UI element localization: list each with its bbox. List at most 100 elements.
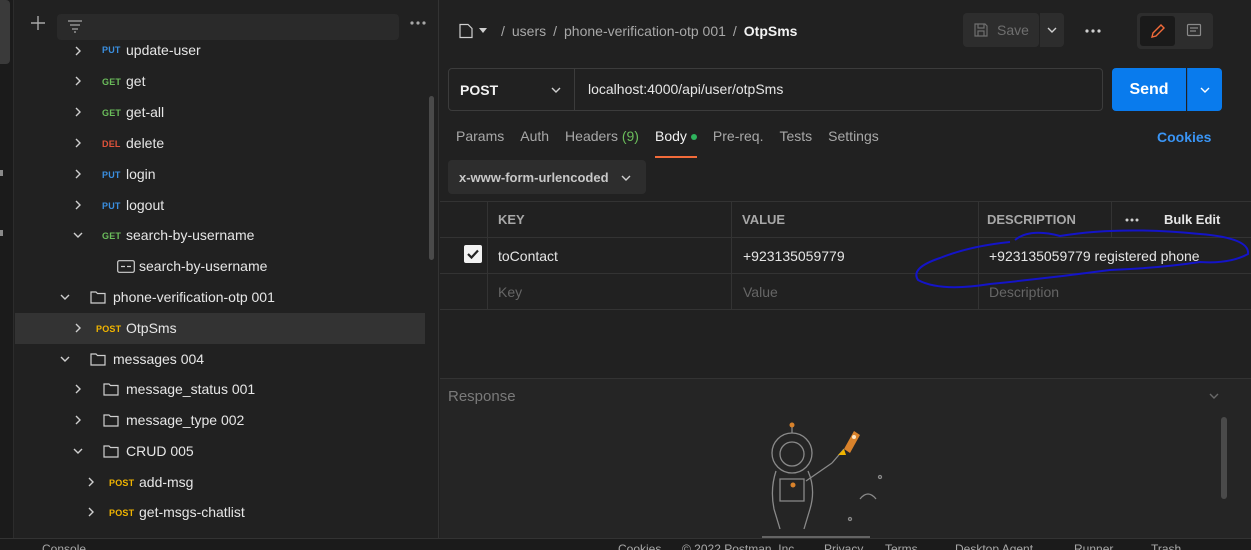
- cookies-button[interactable]: Cookies: [618, 542, 661, 550]
- response-scrollbar[interactable]: [1221, 417, 1227, 499]
- tab-headers[interactable]: Headers (9): [565, 128, 639, 156]
- chevron-down-icon[interactable]: [72, 229, 84, 241]
- tree-item-folder[interactable]: messages 004: [15, 344, 425, 375]
- chevron-right-icon[interactable]: [85, 476, 97, 488]
- tab-label: Settings: [828, 128, 879, 144]
- cookies-link[interactable]: Cookies: [1157, 129, 1211, 145]
- chevron-right-icon[interactable]: [72, 45, 84, 57]
- method-badge: GET: [102, 77, 122, 87]
- request-icon: [459, 23, 473, 39]
- tab-tests[interactable]: Tests: [779, 128, 812, 156]
- tab-settings[interactable]: Settings: [828, 128, 879, 156]
- tree-item-label: phone-verification-otp 001: [113, 289, 275, 305]
- chevron-right-icon[interactable]: [72, 168, 84, 180]
- tree-item-label: add-msg: [139, 474, 194, 490]
- url-input[interactable]: localhost:4000/api/user/otpSms: [588, 81, 783, 97]
- table-more-icon[interactable]: [1124, 202, 1140, 237]
- tree-item-request[interactable]: GET search-by-username: [15, 220, 425, 251]
- tree-item-request[interactable]: POST get-msgs-chatlist: [15, 497, 425, 528]
- breadcrumb-item[interactable]: users: [512, 23, 546, 39]
- value-input[interactable]: Value: [743, 274, 778, 309]
- chevron-down-icon[interactable]: [72, 445, 84, 457]
- body-type-select[interactable]: x-www-form-urlencoded: [448, 160, 646, 194]
- tree-item-label: messages 004: [113, 351, 205, 367]
- tree-item-label: message_type 002: [126, 412, 245, 428]
- row-description[interactable]: +923135059779 registered phone: [989, 238, 1200, 273]
- tree-item-request[interactable]: PUT update-user: [15, 36, 425, 67]
- tree-item-folder[interactable]: message_status 001: [15, 374, 425, 405]
- chevron-down-icon[interactable]: [59, 353, 71, 365]
- save-button[interactable]: Save: [963, 13, 1039, 47]
- pencil-icon: [1151, 24, 1165, 38]
- plus-icon[interactable]: [29, 14, 47, 32]
- more-options-icon[interactable]: [409, 18, 427, 28]
- tree-item-request[interactable]: PUT logout: [15, 190, 425, 221]
- chevron-right-icon[interactable]: [72, 199, 84, 211]
- tree-item-request[interactable]: DEL delete: [15, 128, 425, 159]
- chevron-right-icon[interactable]: [72, 383, 84, 395]
- send-button[interactable]: Send: [1112, 68, 1186, 111]
- breadcrumb-current[interactable]: OtpSms: [744, 23, 798, 39]
- method-badge: GET: [102, 231, 122, 241]
- chevron-right-icon[interactable]: [72, 414, 84, 426]
- bulk-edit-button[interactable]: Bulk Edit: [1164, 202, 1220, 237]
- chevron-down-icon: [1200, 87, 1210, 93]
- row-key[interactable]: toContact: [498, 238, 558, 273]
- tree-item-request[interactable]: POST add-msg: [15, 467, 425, 498]
- tree-item-label: delete: [126, 135, 165, 151]
- tree-item-folder[interactable]: CRUD 005: [15, 436, 425, 467]
- caret-down-icon[interactable]: [478, 27, 488, 35]
- chevron-right-icon[interactable]: [72, 322, 84, 334]
- tab-auth[interactable]: Auth: [520, 128, 549, 156]
- breadcrumb-item[interactable]: phone-verification-otp 001: [564, 23, 726, 39]
- terms-link[interactable]: Terms: [885, 542, 918, 550]
- folder-icon: [103, 445, 119, 458]
- row-checkbox[interactable]: [464, 245, 482, 263]
- desktop-agent-button[interactable]: Desktop Agent: [955, 542, 1033, 550]
- sidebar-scrollbar[interactable]: [429, 96, 434, 260]
- tab-label: Tests: [779, 128, 813, 144]
- activity-marker: [0, 230, 3, 236]
- send-dropdown-button[interactable]: [1187, 68, 1222, 111]
- chevron-right-icon[interactable]: [72, 137, 84, 149]
- console-button[interactable]: Console: [42, 542, 86, 550]
- chevron-down-icon[interactable]: [1208, 391, 1220, 401]
- column-header-key: KEY: [498, 212, 525, 227]
- chevron-down-icon[interactable]: [59, 291, 71, 303]
- tab-params[interactable]: Params: [456, 128, 504, 156]
- tree-item-request[interactable]: GET get: [15, 66, 425, 97]
- edit-mode-button[interactable]: [1140, 16, 1175, 46]
- tree-item-request[interactable]: GET get-all: [15, 97, 425, 128]
- document-icon: [1186, 23, 1202, 37]
- column-header-description: DESCRIPTION: [987, 212, 1076, 227]
- activity-strip: [0, 0, 14, 550]
- row-value[interactable]: +923135059779: [743, 238, 845, 273]
- tab-label: Headers: [565, 128, 618, 144]
- body-params-table: KEY VALUE DESCRIPTION Bulk Edit toContac…: [440, 201, 1251, 310]
- description-input[interactable]: Description: [989, 274, 1059, 309]
- chevron-right-icon[interactable]: [72, 106, 84, 118]
- chevron-right-icon[interactable]: [72, 75, 84, 87]
- astronaut-illustration: [762, 422, 883, 538]
- tab-label: Auth: [520, 128, 550, 144]
- tree-item-label: get-all: [126, 104, 165, 120]
- tab-pre-request[interactable]: Pre-req.: [713, 128, 764, 156]
- privacy-link[interactable]: Privacy: [824, 542, 863, 550]
- key-input[interactable]: Key: [498, 274, 522, 309]
- tree-item-folder[interactable]: message_type 002: [15, 405, 425, 436]
- tree-item-request[interactable]: PUT login: [15, 159, 425, 190]
- save-dropdown-button[interactable]: [1040, 13, 1064, 47]
- more-options-icon[interactable]: [1084, 27, 1102, 35]
- chevron-right-icon[interactable]: [85, 506, 97, 518]
- tab-body[interactable]: Body: [654, 128, 697, 158]
- modified-dot: [690, 134, 697, 141]
- tree-item-folder[interactable]: phone-verification-otp 001: [15, 282, 425, 313]
- trash-button[interactable]: Trash: [1151, 542, 1181, 550]
- method-select[interactable]: POST: [449, 69, 575, 110]
- runner-button[interactable]: Runner: [1074, 542, 1113, 550]
- status-bar: Console Cookies © 2022 Postman, Inc. Pri…: [0, 538, 1251, 550]
- tree-item-request-active[interactable]: POST OtpSms: [15, 313, 425, 344]
- tree-item-example[interactable]: search-by-username: [15, 251, 425, 282]
- documentation-mode-button[interactable]: [1177, 16, 1211, 46]
- activity-selected-indicator: [0, 0, 10, 64]
